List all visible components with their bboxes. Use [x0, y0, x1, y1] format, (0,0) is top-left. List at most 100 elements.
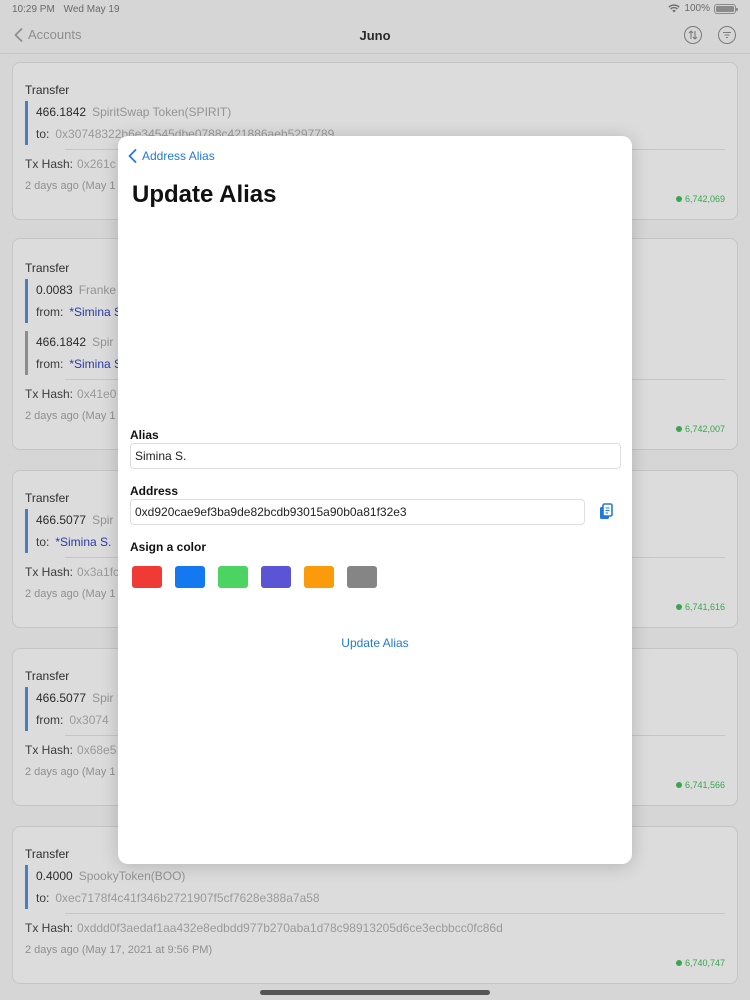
tx-amount: 466.1842: [36, 105, 87, 119]
tx-token: SpiritSwap Token(SPIRIT): [92, 105, 232, 119]
block-number-value: 6,740,747: [684, 958, 725, 968]
block-number-value: 6,741,616: [684, 602, 725, 612]
copy-address-button[interactable]: [596, 502, 616, 522]
status-date: Wed May 19: [63, 4, 120, 15]
tx-amount: 0.4000: [36, 869, 73, 883]
tx-type: Transfer: [25, 261, 70, 275]
tx-amount: 466.5077: [36, 691, 87, 705]
tx-direction-label: to:: [36, 127, 50, 141]
battery-percent: 100%: [684, 3, 710, 14]
alias-label: Alias: [130, 428, 159, 442]
update-alias-button[interactable]: Update Alias: [118, 636, 632, 650]
address-alias-back-button[interactable]: Address Alias: [128, 149, 215, 163]
tx-alias[interactable]: *Simina S.: [55, 535, 111, 549]
transfer-leg: 466.1842 Spir from: *Simina S: [25, 331, 122, 375]
tx-type: Transfer: [25, 83, 70, 97]
tx-alias[interactable]: *Simina S: [69, 305, 122, 319]
tx-direction-label: to:: [36, 535, 50, 549]
nav-title: Juno: [359, 28, 391, 43]
tx-hash-value[interactable]: 0x3a1fc: [77, 565, 119, 579]
tx-type: Transfer: [25, 669, 70, 683]
color-swatch-blue[interactable]: [175, 566, 205, 588]
tx-hash-value[interactable]: 0x261c: [77, 157, 116, 171]
color-swatch-indigo[interactable]: [261, 566, 291, 588]
status-dot-icon: [675, 960, 682, 966]
tx-hash-value[interactable]: 0xddd0f3aedaf1aa432e8edbdd977b270aba1d78…: [77, 921, 503, 935]
tx-time: 2 days ago (May 1: [25, 766, 116, 778]
tx-token: SpookyToken(BOO): [78, 869, 186, 883]
copy-icon: [600, 503, 613, 519]
status-bar: 10:29 PM Wed May 19 100%: [0, 0, 750, 20]
tx-direction-label: from:: [36, 357, 64, 371]
status-right: 100%: [668, 3, 738, 14]
tx-time: 2 days ago (May 17, 2021 at 9:56 PM): [25, 944, 213, 956]
status-dot-icon: [675, 426, 682, 432]
tx-type: Transfer: [25, 847, 70, 861]
tx-hash-label: Tx Hash:: [25, 921, 74, 935]
color-swatch-gray[interactable]: [347, 566, 377, 588]
tx-token: Spir: [92, 513, 114, 527]
tx-hash-label: Tx Hash:: [25, 157, 74, 171]
tx-hash: Tx Hash: 0x261c: [25, 157, 116, 171]
color-swatches: [132, 566, 377, 588]
tx-token: Spir: [92, 691, 114, 705]
block-number: 6,742,007: [675, 424, 725, 434]
tx-hash: Tx Hash: 0xddd0f3aedaf1aa432e8edbdd977b27…: [25, 921, 503, 935]
tx-hash: Tx Hash: 0x3a1fc: [25, 565, 119, 579]
block-number: 6,741,616: [675, 602, 725, 612]
status-dot-icon: [675, 604, 682, 610]
status-left: 10:29 PM Wed May 19: [12, 4, 126, 15]
battery-icon: [714, 3, 738, 14]
tx-time: 2 days ago (May 1: [25, 410, 116, 422]
update-alias-sheet: Address Alias Update Alias Alias Address…: [118, 136, 632, 864]
block-number: 6,740,747: [675, 958, 725, 968]
home-indicator[interactable]: [260, 990, 490, 995]
transfer-leg: 466.5077 Spir to: *Simina S.: [25, 509, 113, 553]
tx-hash-value[interactable]: 0x68e5: [77, 743, 116, 757]
address-input[interactable]: [130, 499, 585, 525]
block-number-value: 6,742,069: [684, 194, 725, 204]
chevron-left-icon: [128, 149, 137, 163]
transfer-leg: 466.5077 Spir from: 0x3074: [25, 687, 113, 731]
block-number: 6,742,069: [675, 194, 725, 204]
color-swatch-orange[interactable]: [304, 566, 334, 588]
tx-direction-label: from:: [36, 305, 64, 319]
color-swatch-red[interactable]: [132, 566, 162, 588]
tx-amount: 466.5077: [36, 513, 87, 527]
color-swatch-green[interactable]: [218, 566, 248, 588]
tx-time: 2 days ago (May 1: [25, 180, 116, 192]
color-label: Asign a color: [130, 540, 207, 554]
tx-hash-label: Tx Hash:: [25, 565, 74, 579]
page-title: Update Alias: [132, 181, 277, 208]
transfer-leg: 0.0083 Franke from: *Simina S: [25, 279, 122, 323]
tx-direction-label: to:: [36, 891, 50, 905]
block-number: 6,741,566: [675, 780, 725, 790]
tx-amount: 466.1842: [36, 335, 87, 349]
wifi-icon: [668, 4, 681, 13]
tx-address[interactable]: 0x3074: [69, 713, 108, 727]
swap-sort-icon[interactable]: [684, 26, 702, 44]
filter-icon[interactable]: [718, 26, 736, 44]
tx-hash: Tx Hash: 0x68e5: [25, 743, 116, 757]
alias-input[interactable]: [130, 443, 621, 469]
back-label: Address Alias: [142, 149, 215, 163]
tx-hash-label: Tx Hash:: [25, 743, 74, 757]
tx-alias[interactable]: *Simina S: [69, 357, 122, 371]
tx-hash: Tx Hash: 0x41e0: [25, 387, 116, 401]
tx-amount: 0.0083: [36, 283, 73, 297]
transfer-leg: 0.4000 SpookyToken(BOO) to: 0xec7178f4c41f…: [25, 865, 320, 909]
block-number-value: 6,741,566: [684, 780, 725, 790]
tx-hash-label: Tx Hash:: [25, 387, 74, 401]
status-dot-icon: [675, 196, 682, 202]
tx-time: 2 days ago (May 1: [25, 588, 116, 600]
status-time: 10:29 PM: [12, 4, 55, 15]
tx-token: Franke: [78, 283, 117, 297]
tx-token: Spir: [92, 335, 114, 349]
tx-type: Transfer: [25, 491, 70, 505]
block-number-value: 6,742,007: [684, 424, 725, 434]
tx-hash-value[interactable]: 0x41e0: [77, 387, 116, 401]
tx-address[interactable]: 0xec7178f4c41f346b2721907f5cf7628e388a7a…: [55, 891, 319, 905]
nav-actions: [684, 26, 736, 44]
address-label: Address: [130, 484, 179, 498]
tx-direction-label: from:: [36, 713, 64, 727]
